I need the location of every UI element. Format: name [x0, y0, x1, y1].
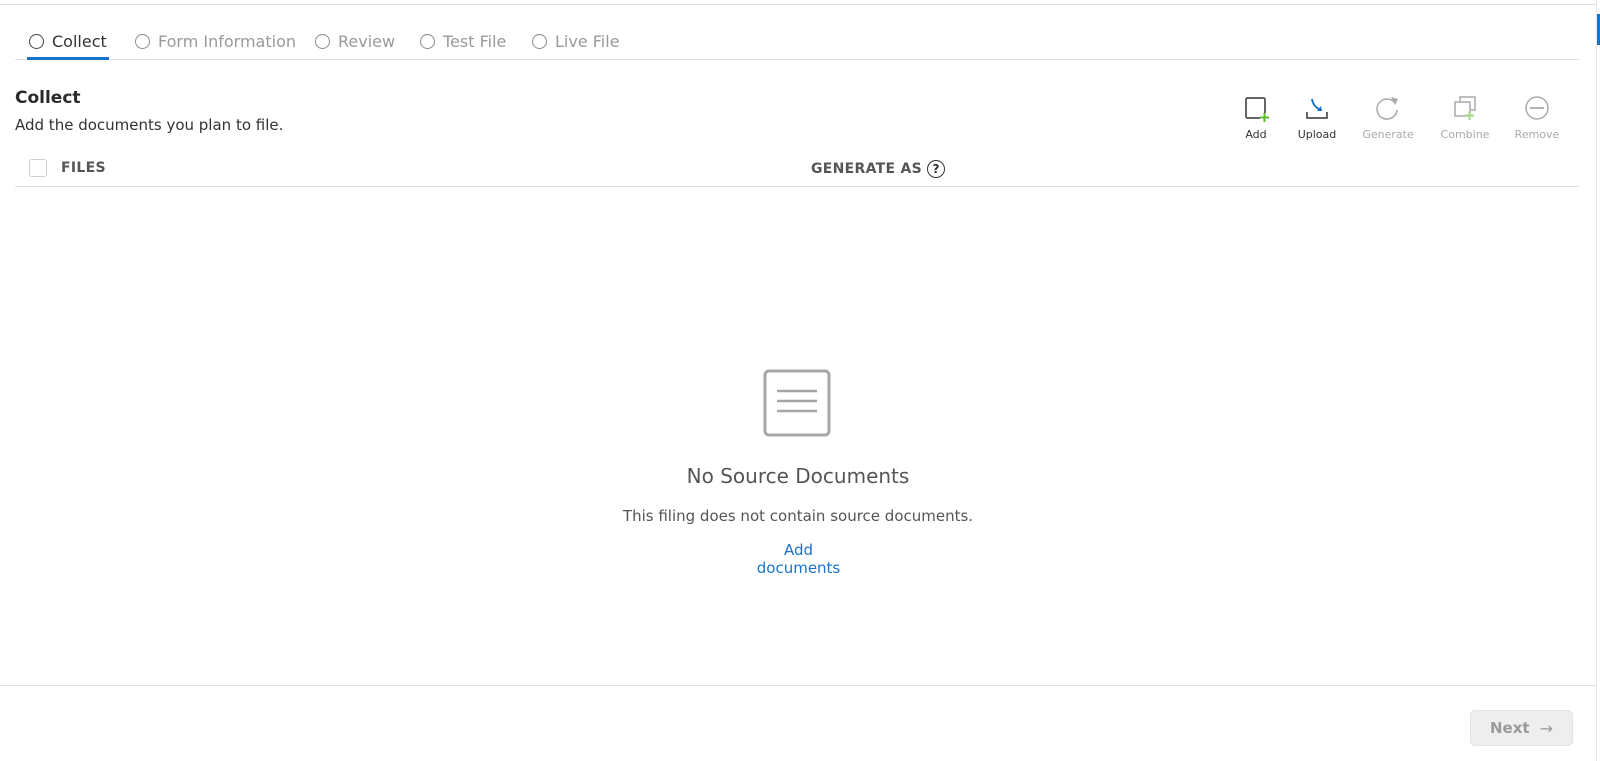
step-tabs: Collect Form Information Review Test Fil… — [15, 23, 1579, 60]
arrow-right-icon: → — [1539, 718, 1553, 738]
tab-label: Review — [338, 31, 396, 51]
empty-state-description: This filing does not contain source docu… — [622, 507, 974, 525]
combine-icon — [1454, 96, 1476, 120]
help-icon[interactable]: ? — [927, 160, 946, 178]
tab-label: Test File — [443, 31, 507, 51]
select-all-checkbox[interactable] — [29, 159, 47, 177]
next-label: Next — [1490, 719, 1530, 737]
column-header-generate-as-label: GENERATE AS — [811, 161, 923, 177]
right-scroll-rail — [1596, 0, 1597, 761]
column-header-files: FILES — [61, 160, 106, 176]
generate-button[interactable]: Generate — [1353, 94, 1423, 142]
document-icon — [763, 369, 831, 437]
upload-icon — [1306, 98, 1328, 119]
column-header-generate-as: GENERATE AS ? — [811, 160, 946, 178]
tab-live-file[interactable]: Live File — [532, 23, 620, 59]
tab-form-information[interactable]: Form Information — [135, 23, 296, 59]
generate-label: Generate — [1362, 128, 1414, 141]
remove-icon — [1525, 96, 1549, 120]
refresh-icon — [1376, 97, 1398, 120]
upload-button[interactable]: Upload — [1282, 94, 1352, 142]
add-document-icon — [1245, 97, 1269, 122]
upload-label: Upload — [1297, 128, 1337, 141]
footer-divider — [0, 685, 1596, 686]
tab-review[interactable]: Review — [315, 23, 395, 59]
section-description: Add the documents you plan to file. — [15, 116, 284, 134]
add-documents-link[interactable]: Add documents — [740, 541, 857, 577]
step-circle-icon — [315, 33, 330, 49]
top-divider — [0, 4, 1596, 5]
empty-state-title: No Source Documents — [686, 464, 910, 488]
step-circle-icon — [29, 33, 44, 49]
tab-label: Collect — [52, 31, 107, 51]
add-label: Add — [1245, 128, 1267, 141]
step-circle-icon — [420, 33, 435, 49]
combine-label: Combine — [1440, 128, 1490, 141]
tab-collect[interactable]: Collect — [27, 23, 109, 60]
remove-label: Remove — [1514, 128, 1560, 141]
files-table-header: FILES GENERATE AS ? — [15, 150, 1579, 187]
combine-button[interactable]: Combine — [1430, 94, 1500, 142]
add-button[interactable]: Add — [1221, 94, 1291, 142]
step-circle-icon — [532, 33, 547, 49]
app-window: Collect Form Information Review Test Fil… — [0, 0, 1600, 761]
next-button[interactable]: Next → — [1470, 710, 1573, 746]
tab-label: Form Information — [158, 31, 297, 51]
section-title: Collect — [15, 88, 81, 108]
tab-test-file[interactable]: Test File — [420, 23, 506, 59]
tab-label: Live File — [555, 31, 620, 51]
remove-button[interactable]: Remove — [1502, 94, 1572, 142]
step-circle-icon — [135, 33, 150, 49]
